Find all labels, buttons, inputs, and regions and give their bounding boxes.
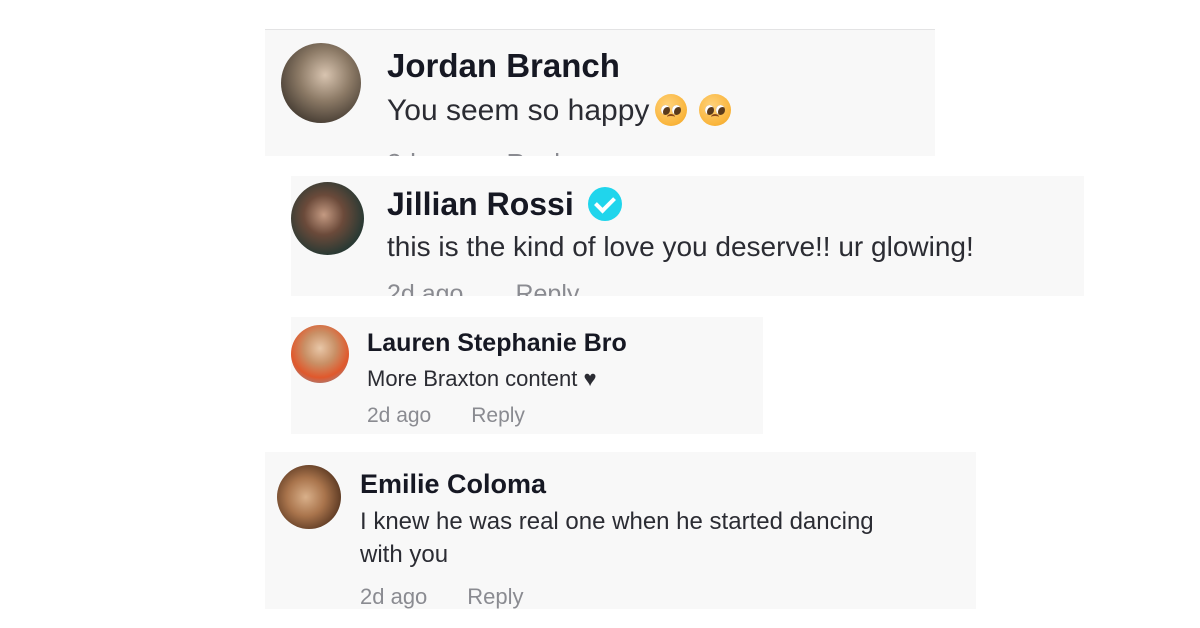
avatar[interactable] [277,465,341,529]
verified-badge-icon [587,186,622,221]
comment-meta: 2d ago Reply [387,148,573,156]
reply-button[interactable]: Reply [471,404,525,427]
comment-card-lauren: Lauren Stephanie Bro More Braxton conten… [291,317,763,434]
comment-username-text[interactable]: Jillian Rossi [387,186,574,222]
comment-timestamp: 2d ago [387,148,467,156]
reply-button[interactable]: Reply [507,148,573,156]
pleading-face-icon [655,94,688,127]
comment-text-content: You seem so happy [387,94,650,127]
avatar[interactable] [291,325,349,383]
pleading-face-icon [699,94,732,127]
comment-timestamp: 2d ago [360,584,428,609]
comment-meta: 2d ago Reply [387,280,579,296]
reply-button[interactable]: Reply [467,584,523,609]
comment-card-emilie: Emilie Coloma I knew he was real one whe… [265,452,976,609]
comment-username[interactable]: Jordan Branch [387,47,620,85]
avatar[interactable] [291,182,364,255]
comment-text: this is the kind of love you deserve!! u… [387,231,974,262]
comment-timestamp: 2d ago [387,280,464,296]
comment-meta: 2d ago Reply [367,404,525,428]
comment-card-jillian: Jillian Rossi this is the kind of love y… [291,176,1084,296]
comment-username[interactable]: Jillian Rossi [387,186,622,224]
comment-username[interactable]: Lauren Stephanie Bro [367,329,627,358]
comment-username[interactable]: Emilie Coloma [360,469,546,500]
comment-text: You seem so happy [387,94,732,128]
avatar[interactable] [281,43,361,123]
comment-text-line-1: I knew he was real one when he started d… [360,508,874,535]
comment-text-line-2: with you [360,541,449,568]
reply-button[interactable]: Reply [515,280,579,296]
comment-timestamp: 2d ago [367,404,432,427]
comment-meta: 2d ago Reply [360,584,524,609]
comment-card-jordan: Jordan Branch You seem so happy 2d ago Re… [265,30,935,156]
comment-text: More Braxton content ♥ [367,366,597,391]
